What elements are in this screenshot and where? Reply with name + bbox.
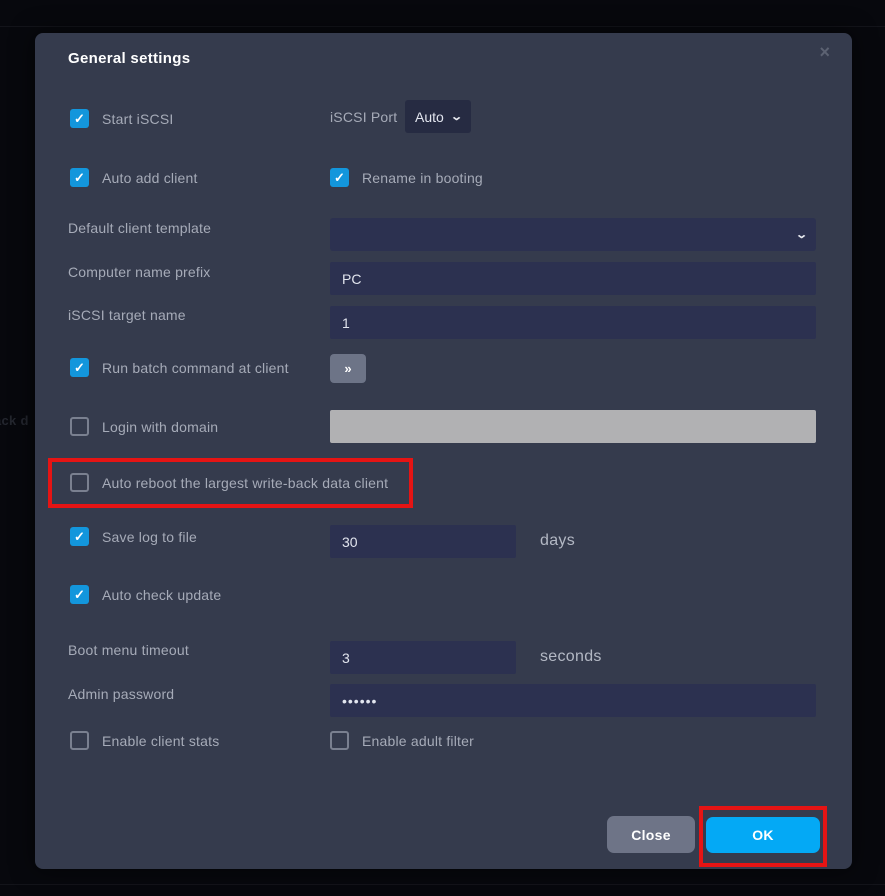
auto-add-client-label: Auto add client bbox=[102, 170, 198, 186]
save-log-label: Save log to file bbox=[102, 529, 197, 545]
background-row-line bbox=[0, 884, 885, 885]
chevron-down-icon: ⌄ bbox=[450, 110, 463, 123]
checkbox-checked-icon[interactable]: ✓ bbox=[70, 585, 89, 604]
general-settings-dialog: General settings × ✓ Start iSCSI iSCSI P… bbox=[35, 33, 852, 869]
iscsi-port-value: Auto bbox=[415, 109, 444, 125]
start-iscsi-checkbox[interactable]: ✓ Start iSCSI bbox=[70, 109, 173, 128]
ok-button[interactable]: OK bbox=[706, 817, 820, 853]
rename-in-booting-checkbox[interactable]: ✓ Rename in booting bbox=[330, 168, 483, 187]
enable-client-stats-label: Enable client stats bbox=[102, 733, 219, 749]
auto-add-client-checkbox[interactable]: ✓ Auto add client bbox=[70, 168, 198, 187]
enable-adult-filter-checkbox[interactable]: ✓ Enable adult filter bbox=[330, 731, 474, 750]
close-button[interactable]: Close bbox=[607, 816, 695, 853]
auto-reboot-label: Auto reboot the largest write-back data … bbox=[102, 475, 388, 491]
iscsi-target-name-label: iSCSI target name bbox=[68, 307, 186, 323]
iscsi-port-select[interactable]: Auto ⌄ bbox=[405, 100, 471, 133]
login-with-domain-label: Login with domain bbox=[102, 419, 218, 435]
edit-batch-command-button[interactable]: » bbox=[330, 354, 366, 383]
boot-menu-timeout-label: Boot menu timeout bbox=[68, 642, 189, 658]
seconds-unit-label: seconds bbox=[540, 648, 602, 666]
default-client-template-label: Default client template bbox=[68, 220, 211, 236]
checkbox-checked-icon[interactable]: ✓ bbox=[330, 168, 349, 187]
background-clipped-text: ack d bbox=[0, 413, 29, 428]
enable-adult-filter-label: Enable adult filter bbox=[362, 733, 474, 749]
rename-in-booting-label: Rename in booting bbox=[362, 170, 483, 186]
dialog-title: General settings bbox=[68, 50, 190, 67]
save-log-days-input[interactable] bbox=[330, 525, 516, 558]
computer-name-prefix-label: Computer name prefix bbox=[68, 264, 211, 280]
login-domain-input bbox=[330, 410, 816, 443]
admin-password-input[interactable] bbox=[330, 684, 816, 717]
default-client-template-select[interactable]: ⌄ bbox=[330, 218, 816, 251]
run-batch-command-label: Run batch command at client bbox=[102, 360, 289, 376]
close-icon[interactable]: × bbox=[819, 43, 830, 61]
auto-reboot-checkbox[interactable]: ✓ Auto reboot the largest write-back dat… bbox=[70, 473, 388, 492]
iscsi-port-label: iSCSI Port bbox=[330, 109, 397, 125]
auto-check-update-label: Auto check update bbox=[102, 587, 221, 603]
run-batch-command-checkbox[interactable]: ✓ Run batch command at client bbox=[70, 358, 289, 377]
enable-client-stats-checkbox[interactable]: ✓ Enable client stats bbox=[70, 731, 219, 750]
login-with-domain-checkbox[interactable]: ✓ Login with domain bbox=[70, 417, 218, 436]
admin-password-label: Admin password bbox=[68, 686, 174, 702]
checkbox-checked-icon[interactable]: ✓ bbox=[70, 527, 89, 546]
checkbox-unchecked-icon[interactable]: ✓ bbox=[70, 417, 89, 436]
checkbox-checked-icon[interactable]: ✓ bbox=[70, 168, 89, 187]
days-unit-label: days bbox=[540, 532, 575, 550]
iscsi-target-name-input[interactable] bbox=[330, 306, 816, 339]
computer-name-prefix-input[interactable] bbox=[330, 262, 816, 295]
background-row-line bbox=[0, 26, 885, 27]
checkbox-unchecked-icon[interactable]: ✓ bbox=[330, 731, 349, 750]
checkbox-checked-icon[interactable]: ✓ bbox=[70, 358, 89, 377]
checkbox-unchecked-icon[interactable]: ✓ bbox=[70, 731, 89, 750]
boot-menu-timeout-input[interactable] bbox=[330, 641, 516, 674]
start-iscsi-label: Start iSCSI bbox=[102, 111, 173, 127]
checkbox-checked-icon[interactable]: ✓ bbox=[70, 109, 89, 128]
checkbox-unchecked-icon[interactable]: ✓ bbox=[70, 473, 89, 492]
auto-check-update-checkbox[interactable]: ✓ Auto check update bbox=[70, 585, 221, 604]
save-log-checkbox[interactable]: ✓ Save log to file bbox=[70, 527, 197, 546]
chevron-down-icon: ⌄ bbox=[795, 228, 808, 241]
